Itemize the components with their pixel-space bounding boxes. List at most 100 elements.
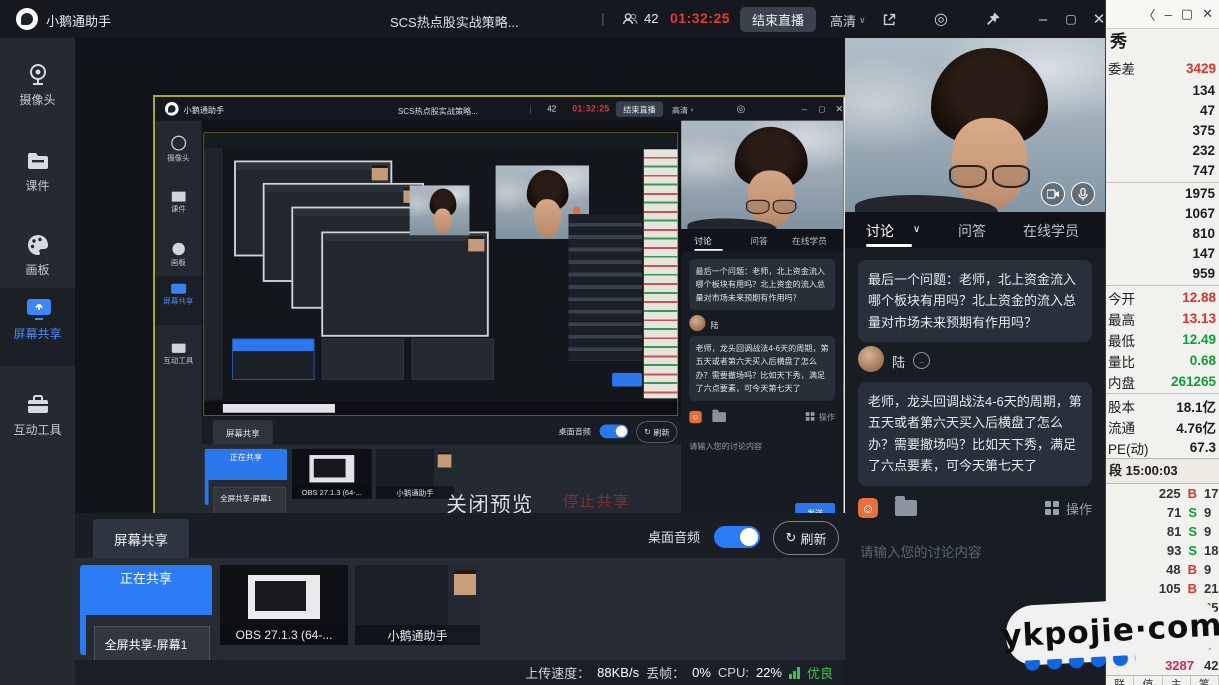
stock-field: 今开 12.88 <box>1108 290 1216 307</box>
app-window: 小鹅通助手 SCS热点股实战策略... | 42 01:32:25 结束直播 高… <box>0 0 1219 685</box>
tab-discussion[interactable]: 讨论 <box>866 221 894 241</box>
actions-grid-icon[interactable] <box>1045 501 1059 515</box>
minimize-button[interactable]: – <box>1032 8 1054 30</box>
chat-message: 最后一个问题：老师，北上资金流入哪个板块有用吗？北上资金的流入总量对市场未来预期… <box>858 260 1092 343</box>
sharing-badge: 正在共享 <box>119 570 172 586</box>
toolbox-icon <box>25 392 51 418</box>
sidebar-item-courseware[interactable]: 课件 <box>0 140 75 208</box>
nested-speaker-video <box>681 120 844 230</box>
chevron-down-icon: ∨ <box>913 224 921 235</box>
refresh-button[interactable]: ↻ 刷新 <box>773 521 839 555</box>
live-timer: 01:32:25 <box>670 10 731 26</box>
nested-stop-share-button: 停止共享 <box>562 493 631 511</box>
session-header: 段 15:00:03 <box>1106 458 1219 484</box>
chat-input[interactable] <box>858 544 1096 561</box>
bid-volume: 959 <box>1192 266 1215 281</box>
nested-stock-column <box>643 149 678 399</box>
trade-row: 81 S 9 <box>1166 524 1212 539</box>
ask-volume: 47 <box>1199 103 1215 118</box>
nested-app-window: 小鹅通助手 SCS热点股实战策略... | 42 01:32:25 结束直播 高… <box>155 97 844 537</box>
beauty-target-icon[interactable]: ◎ <box>930 8 952 30</box>
app-name: 小鹅通助手 <box>46 14 112 29</box>
nested-preview-level3 <box>203 132 679 416</box>
ask-volume: 232 <box>1192 143 1215 158</box>
chat-panel: 讨论 ∨ 问答 在线学员 最后一个问题：老师，北上资金流入哪个板块有用吗？北上资… <box>845 38 1105 685</box>
bid-volume: 147 <box>1192 246 1215 261</box>
sidebar-item-screen-share[interactable]: 屏幕共享 <box>0 288 75 366</box>
nested-taskbar <box>204 401 678 416</box>
nested-app-logo-icon <box>164 101 179 116</box>
sidebar: 摄像头 课件 画板 屏幕共享 互动工具 <box>0 38 75 685</box>
stock-field: 最低 12.49 <box>1108 332 1216 349</box>
stock-footer-tabs[interactable]: 联值主笔 <box>1106 675 1219 685</box>
trade-row: 71 S 9 <box>1166 505 1212 520</box>
stock-field: PE(动) 67.3 <box>1108 440 1216 457</box>
watermark: ykpojie·com <box>1001 595 1219 667</box>
bid-volume: 1067 <box>1184 206 1215 221</box>
stock-app-panel: 〈 – ▢ ✕ 秀 委差 3429 134 47 375 232 747 1975 10… <box>1105 0 1219 685</box>
trade-row: 93 S 18 <box>1166 543 1219 558</box>
attachment-folder-icon[interactable] <box>895 496 917 516</box>
nested-titlebar: 小鹅通助手 SCS热点股实战策略... | 42 01:32:25 结束直播 高… <box>155 97 843 122</box>
trade-row: 105 B 21 <box>1158 581 1219 596</box>
viewers-icon <box>622 11 638 27</box>
title-separator: | <box>601 10 605 26</box>
screen-share-icon <box>25 296 51 322</box>
tab-online-students[interactable]: 在线学员 <box>1023 221 1079 241</box>
speaker-video <box>845 38 1105 212</box>
end-live-button[interactable]: 结束直播 <box>740 7 816 32</box>
sidebar-item-whiteboard[interactable]: 画板 <box>0 224 75 292</box>
nested-chat-panel: 讨论 问答 在线学员 最后一个问题：老师，北上资金流入哪个板块有用吗？北上资金的流入… <box>681 120 844 533</box>
sidebar-item-camera[interactable]: 摄像头 <box>0 54 75 122</box>
ask-volume: 375 <box>1192 123 1215 138</box>
palette-icon <box>25 232 51 258</box>
stock-name: 秀 <box>1110 32 1127 51</box>
ask-volume: 134 <box>1192 83 1215 98</box>
ask-volume: 747 <box>1192 163 1215 178</box>
app-logo-icon <box>16 8 38 30</box>
camera-toggle-button[interactable] <box>1041 182 1065 206</box>
speaker-glasses <box>949 165 1030 188</box>
main-area: 小鹅通助手 SCS热点股实战策略... | 42 01:32:25 结束直播 高… <box>75 38 917 549</box>
thumbnail-assistant[interactable]: 小鹅通助手 <box>355 565 480 645</box>
network-quality: 优良 <box>806 666 833 681</box>
author-badge-icon: ‥ <box>913 352 930 369</box>
chat-author: 陆 <box>892 355 906 370</box>
trade-row: 48 B 9 <box>1166 562 1212 577</box>
chat-message: 老师，龙头回调战法4-6天的周期，第五天或者第六天买入后横盘了怎么办？需要撤场吗… <box>858 382 1092 486</box>
screen-share-preview[interactable]: 小鹅通助手 SCS热点股实战策略... | 42 01:32:25 结束直播 高… <box>153 95 917 549</box>
bid-volume: 810 <box>1192 226 1215 241</box>
nested-sidebar: 摄像头 课件 画板 屏幕共享 互动工具 <box>155 120 202 533</box>
chat-tabs: 讨论 ∨ 问答 在线学员 <box>845 212 1105 248</box>
bid-volume: 1975 <box>1184 186 1215 201</box>
quality-dropdown[interactable]: 高清 ∨ <box>830 11 866 30</box>
stock-weicha: 委差 3429 <box>1108 60 1216 78</box>
thumbnail-obs[interactable]: OBS 27.1.3 (64-... <box>220 565 348 645</box>
stock-window-controls[interactable]: 〈 – ▢ ✕ <box>1106 0 1219 29</box>
maximize-button[interactable]: ▢ <box>1060 8 1082 30</box>
stock-field: 最高 13.13 <box>1108 311 1216 328</box>
thumbnail-screen1[interactable]: 正在共享 全屏共享-屏幕1 <box>80 565 218 685</box>
live-title: SCS热点股实战策略... <box>390 15 519 30</box>
stock-field: 股本 18.1亿 <box>1108 399 1216 415</box>
share-icon[interactable] <box>878 8 900 30</box>
emoji-button[interactable]: ☺ <box>858 498 878 518</box>
avatar <box>858 346 884 372</box>
nested-window-frame <box>321 231 489 337</box>
tab-qa[interactable]: 问答 <box>958 221 986 241</box>
desktop-audio-toggle[interactable] <box>714 526 760 548</box>
refresh-icon: ↻ <box>785 530 797 545</box>
stock-field: 量比 0.68 <box>1108 353 1216 370</box>
nested-thumbnails <box>232 338 494 380</box>
folder-icon <box>25 148 51 174</box>
status-bar: 上传速度： 88KB/s 丢帧： 0% CPU: 22% 优良 <box>75 660 845 685</box>
sidebar-item-tools[interactable]: 互动工具 <box>0 384 75 452</box>
actions-label[interactable]: 操作 <box>1066 499 1092 518</box>
stock-field: 内盘 261265 <box>1108 374 1216 391</box>
nested-speaker-video <box>409 185 470 236</box>
viewer-count: 42 <box>644 11 659 26</box>
mic-toggle-button[interactable] <box>1071 182 1095 206</box>
pin-icon[interactable] <box>982 8 1004 30</box>
titlebar: 小鹅通助手 SCS热点股实战策略... | 42 01:32:25 结束直播 高… <box>0 0 1105 39</box>
tab-screen-share[interactable]: 屏幕共享 <box>93 519 189 558</box>
